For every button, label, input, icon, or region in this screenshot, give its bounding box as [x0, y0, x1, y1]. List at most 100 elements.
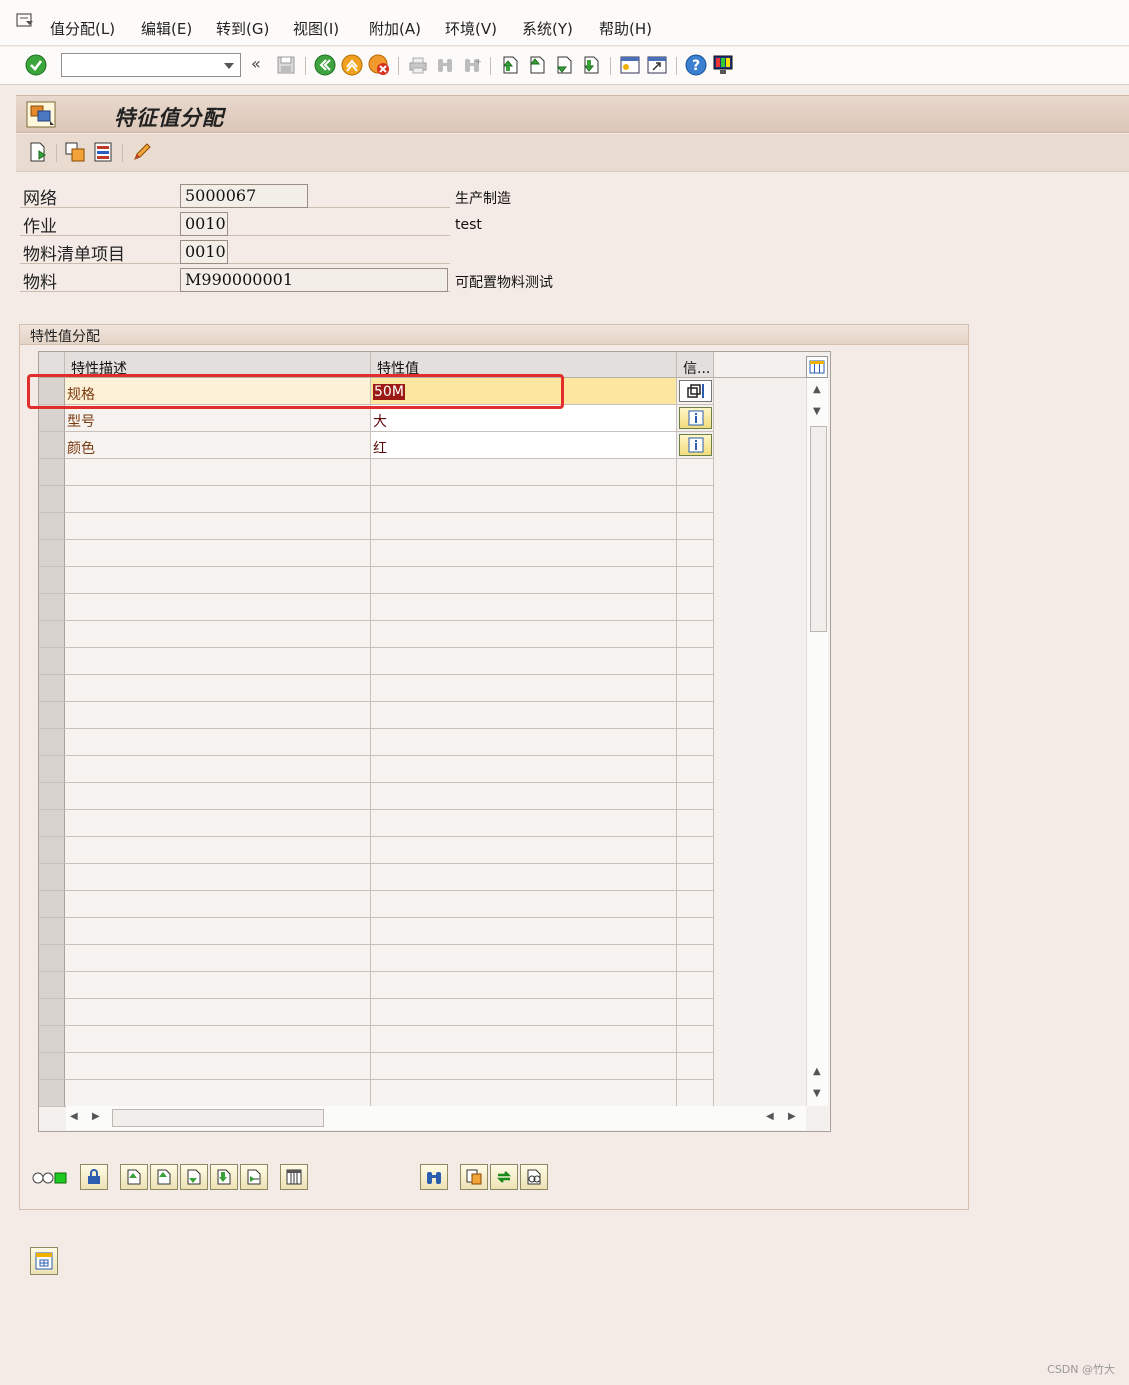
first-page-icon[interactable] — [499, 54, 521, 76]
row-selector[interactable] — [39, 837, 65, 864]
scroll-down-icon[interactable]: ▼ — [813, 406, 821, 417]
empty-table-row[interactable] — [39, 891, 714, 918]
row-selector[interactable] — [39, 405, 65, 432]
empty-table-row[interactable] — [39, 486, 714, 513]
empty-cell[interactable] — [371, 756, 677, 783]
empty-table-row[interactable] — [39, 1053, 714, 1080]
columns-button[interactable] — [280, 1164, 308, 1190]
transaction-icon[interactable] — [26, 101, 56, 128]
empty-cell[interactable] — [371, 864, 677, 891]
empty-cell[interactable] — [371, 540, 677, 567]
back-icon[interactable] — [314, 54, 336, 76]
row-selector[interactable] — [39, 999, 65, 1026]
row-selector[interactable] — [39, 1026, 65, 1053]
find-values-button[interactable] — [520, 1164, 548, 1190]
empty-table-row[interactable] — [39, 1026, 714, 1053]
menu-edit[interactable]: 编辑(E) — [141, 18, 192, 39]
lock-button[interactable] — [80, 1164, 108, 1190]
layout-icon[interactable] — [712, 54, 734, 76]
row-selector[interactable] — [39, 918, 65, 945]
row-selector[interactable] — [39, 864, 65, 891]
row-selector[interactable] — [39, 945, 65, 972]
row-selector[interactable] — [39, 702, 65, 729]
empty-cell[interactable] — [371, 459, 677, 486]
empty-table-row[interactable] — [39, 594, 714, 621]
characteristic-value-input[interactable]: 大 — [371, 405, 677, 432]
menu-icon[interactable] — [16, 13, 34, 29]
find-next-icon[interactable]: + — [461, 54, 483, 76]
scroll-page-down-icon[interactable]: ▼ — [813, 1088, 821, 1099]
menu-system[interactable]: 系统(Y) — [522, 18, 573, 39]
display-values-button[interactable] — [460, 1164, 488, 1190]
empty-cell[interactable] — [371, 1026, 677, 1053]
new-session-icon[interactable] — [619, 54, 641, 76]
empty-cell[interactable] — [371, 1080, 677, 1107]
row-selector[interactable] — [39, 513, 65, 540]
empty-table-row[interactable] — [39, 702, 714, 729]
expand-screen-icon[interactable] — [30, 1247, 58, 1275]
empty-cell[interactable] — [371, 621, 677, 648]
row-selector[interactable] — [39, 594, 65, 621]
scroll-right-end-icon[interactable]: ▶ — [788, 1111, 796, 1122]
empty-cell[interactable] — [371, 486, 677, 513]
empty-table-row[interactable] — [39, 567, 714, 594]
scroll-left-icon[interactable]: ◀ — [70, 1111, 78, 1122]
scroll-page-up-icon[interactable]: ▲ — [813, 1066, 821, 1077]
copy-object-icon[interactable] — [64, 141, 86, 163]
characteristic-value-input[interactable]: 红 — [371, 432, 677, 459]
save-icon[interactable] — [275, 54, 297, 76]
row-selector[interactable] — [39, 810, 65, 837]
edit-pencil-icon[interactable] — [131, 141, 153, 163]
scroll-left-end-icon[interactable]: ◀ — [766, 1111, 774, 1122]
new-document-icon[interactable] — [27, 141, 49, 163]
cancel-icon[interactable] — [368, 54, 390, 76]
empty-table-row[interactable] — [39, 648, 714, 675]
table-row[interactable]: 型号 大 — [39, 405, 714, 432]
prev-entry-button[interactable] — [150, 1164, 178, 1190]
vertical-scrollbar[interactable]: ▲ ▼ ▲ ▼ — [806, 378, 828, 1106]
empty-cell[interactable] — [371, 675, 677, 702]
empty-cell[interactable] — [371, 1053, 677, 1080]
row-selector[interactable] — [39, 459, 65, 486]
menu-extras[interactable]: 附加(A) — [369, 18, 421, 39]
exit-icon[interactable] — [341, 54, 363, 76]
column-header-info[interactable]: 信... — [677, 352, 714, 378]
empty-cell[interactable] — [371, 999, 677, 1026]
empty-cell[interactable] — [371, 891, 677, 918]
material-field[interactable]: M990000001 — [180, 268, 448, 292]
menu-goto[interactable]: 转到(G) — [216, 18, 269, 39]
row-selector[interactable] — [39, 432, 65, 459]
table-row[interactable]: 颜色 红 — [39, 432, 714, 459]
empty-cell[interactable] — [371, 567, 677, 594]
scroll-up-icon[interactable]: ▲ — [813, 384, 821, 395]
row-selector[interactable] — [39, 1053, 65, 1080]
prev-page-icon[interactable] — [526, 54, 548, 76]
menu-environment[interactable]: 环境(V) — [445, 18, 497, 39]
empty-cell[interactable] — [371, 783, 677, 810]
copy-window-icon[interactable] — [679, 380, 712, 402]
empty-cell[interactable] — [371, 594, 677, 621]
first-entry-button[interactable] — [120, 1164, 148, 1190]
empty-cell[interactable] — [371, 972, 677, 999]
empty-table-row[interactable] — [39, 945, 714, 972]
horizontal-scrollbar[interactable]: ◀ ▶ ◀ ▶ — [66, 1106, 806, 1130]
empty-table-row[interactable] — [39, 675, 714, 702]
next-entry-button[interactable] — [180, 1164, 208, 1190]
chevron-down-icon[interactable] — [224, 63, 234, 69]
network-field[interactable]: 5000067 — [180, 184, 308, 208]
help-icon[interactable]: ? — [685, 54, 707, 76]
enter-icon[interactable] — [25, 54, 47, 76]
last-entry-button[interactable] — [210, 1164, 238, 1190]
row-selector[interactable] — [39, 756, 65, 783]
table-settings-icon[interactable] — [806, 356, 828, 378]
empty-table-row[interactable] — [39, 756, 714, 783]
empty-cell[interactable] — [371, 702, 677, 729]
row-selector[interactable] — [39, 675, 65, 702]
empty-table-row[interactable] — [39, 1080, 714, 1107]
menu-view[interactable]: 视图(I) — [293, 18, 339, 39]
vertical-scroll-thumb[interactable] — [810, 426, 827, 632]
insert-row-button[interactable] — [240, 1164, 268, 1190]
info-icon[interactable] — [679, 434, 712, 456]
empty-table-row[interactable] — [39, 810, 714, 837]
empty-table-row[interactable] — [39, 540, 714, 567]
